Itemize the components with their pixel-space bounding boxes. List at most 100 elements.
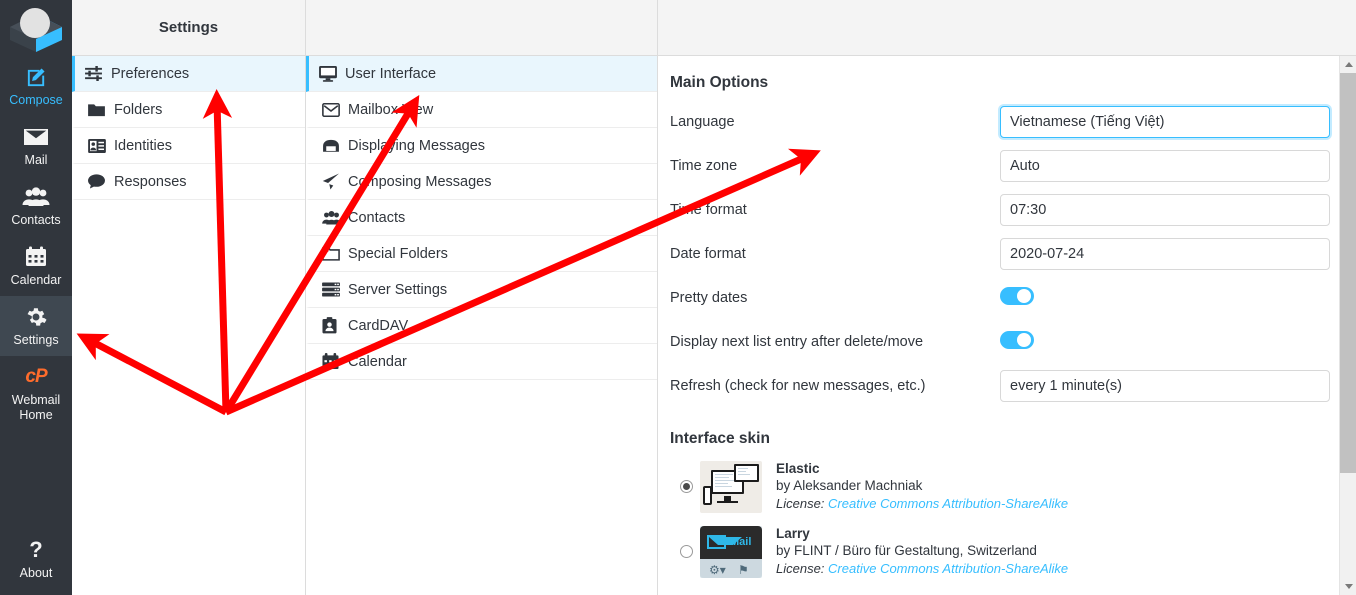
inbox-icon <box>322 139 348 153</box>
section-item-mailbox-view[interactable]: Mailbox View <box>306 92 657 128</box>
taskbar-label-settings: Settings <box>13 333 59 347</box>
license-link-larry[interactable]: Creative Commons Attribution-ShareAlike <box>828 561 1068 576</box>
field-row-language: Language <box>670 100 1330 144</box>
section-item-server-settings[interactable]: Server Settings <box>306 272 657 308</box>
skin-option-elastic[interactable]: Elastic by Aleksander Machniak License: … <box>670 454 1330 519</box>
main-content-panel: Main Options Language Time zone Time for… <box>658 0 1356 595</box>
section-label-composing-messages: Composing Messages <box>348 173 492 190</box>
field-label-pretty-dates: Pretty dates <box>670 290 748 306</box>
phone-shape <box>703 485 712 505</box>
field-label-time-format: Time format <box>670 202 747 218</box>
section-item-contacts[interactable]: Contacts <box>306 200 657 236</box>
skin-name-larry: Larry <box>776 526 810 541</box>
envelope-icon <box>322 102 348 117</box>
taskbar-label-contacts: Contacts <box>11 213 61 227</box>
contacts-icon <box>322 210 348 225</box>
elastic-thumb-art <box>700 460 762 513</box>
field-control-time-zone <box>1000 150 1330 182</box>
skin-radio-elastic[interactable] <box>680 480 693 493</box>
toggle-knob <box>1017 288 1031 303</box>
sidebar-item-identities[interactable]: Identities <box>72 128 305 164</box>
license-label: License: <box>776 496 825 511</box>
field-row-refresh: Refresh (check for new messages, etc.) <box>670 364 1330 408</box>
skin-radio-larry[interactable] <box>680 545 693 558</box>
roundcube-logo-icon <box>10 8 62 52</box>
preferences-sections-column: User Interface Mailbox View Displaying M… <box>306 0 658 595</box>
license-link-elastic[interactable]: Creative Commons Attribution-ShareAlike <box>828 496 1068 511</box>
taskbar-item-compose[interactable]: Compose <box>0 56 72 116</box>
sidebar-item-preferences[interactable]: Preferences <box>72 56 305 92</box>
time-format-select[interactable] <box>1000 194 1330 226</box>
section-item-calendar[interactable]: Calendar <box>306 344 657 380</box>
section-label-carddav: CardDAV <box>348 317 409 334</box>
calendar-icon <box>322 353 348 370</box>
id-card-icon <box>88 138 114 153</box>
taskbar-label-calendar: Calendar <box>10 273 62 287</box>
field-label-time-zone: Time zone <box>670 158 738 174</box>
folder-icon <box>88 103 114 117</box>
skin-option-larry[interactable]: Mail ⚙▾ ⚑ Larry by FLINT / Büro für Gest… <box>670 519 1330 584</box>
gear-icon <box>25 305 47 329</box>
mail-icon <box>23 125 49 149</box>
skin-radio-wrap-elastic <box>670 480 700 493</box>
section-label-calendar: Calendar <box>348 353 407 370</box>
section-item-composing-messages[interactable]: Composing Messages <box>306 164 657 200</box>
tablet-shape <box>734 463 759 482</box>
sidebar-item-folders[interactable]: Folders <box>72 92 305 128</box>
taskbar-item-mail[interactable]: Mail <box>0 116 72 176</box>
field-row-time-format: Time format <box>670 188 1330 232</box>
section-label-server-settings: Server Settings <box>348 281 448 298</box>
scrollbar-thumb[interactable] <box>1340 73 1356 473</box>
sidebar-item-responses[interactable]: Responses <box>72 164 305 200</box>
field-control-time-format <box>1000 194 1330 226</box>
flag-icon: ⚑ <box>738 562 749 577</box>
skin-author-elastic: by Aleksander Machniak <box>776 478 923 493</box>
section-item-special-folders[interactable]: Special Folders <box>306 236 657 272</box>
section-item-displaying-messages[interactable]: Displaying Messages <box>306 128 657 164</box>
question-mark-icon: ? <box>28 538 44 562</box>
taskbar-item-about[interactable]: ? About <box>0 529 72 595</box>
sidebar-label-folders: Folders <box>114 101 163 118</box>
monitor-base <box>717 500 738 503</box>
settings-list: Preferences Folders Identities Responses <box>72 56 305 200</box>
field-row-date-format: Date format <box>670 232 1330 276</box>
section-item-user-interface[interactable]: User Interface <box>306 56 657 92</box>
section-item-carddav[interactable]: CardDAV <box>306 308 657 344</box>
scroll-up-arrow[interactable] <box>1340 56 1356 73</box>
settings-list-column: Settings Preferences Folders Identities <box>72 0 306 595</box>
triangle-down-icon <box>1344 584 1353 589</box>
triangle-up-icon <box>1344 62 1353 67</box>
section-label-mailbox-view: Mailbox View <box>348 101 434 118</box>
taskbar-item-contacts[interactable]: Contacts <box>0 176 72 236</box>
field-control-refresh <box>1000 370 1330 402</box>
field-row-time-zone: Time zone <box>670 144 1330 188</box>
server-icon <box>322 282 348 297</box>
field-label-display-next-entry: Display next list entry after delete/mov… <box>670 334 924 350</box>
scroll-down-arrow[interactable] <box>1340 578 1356 595</box>
language-select[interactable] <box>1000 106 1330 138</box>
taskbar-item-calendar[interactable]: Calendar <box>0 236 72 296</box>
taskbar-label-webmail-home-line2: Home <box>19 408 53 422</box>
larry-thumb-art: Mail ⚙▾ ⚑ <box>700 525 762 578</box>
section-label-contacts: Contacts <box>348 209 406 226</box>
pretty-dates-toggle[interactable] <box>1000 286 1034 305</box>
vertical-scrollbar[interactable] <box>1339 56 1356 595</box>
taskbar-item-webmail-home[interactable]: cP Webmail Home <box>0 356 72 431</box>
toggle-knob <box>1017 332 1031 347</box>
contacts-icon <box>22 185 50 209</box>
taskbar-label-compose: Compose <box>9 93 63 107</box>
skin-license-larry: License: Creative Commons Attribution-Sh… <box>776 560 1330 578</box>
time-zone-select[interactable] <box>1000 150 1330 182</box>
section-label-user-interface: User Interface <box>345 65 437 82</box>
elastic-skin-meta: Elastic by Aleksander Machniak License: … <box>776 460 1330 513</box>
taskbar-label-mail: Mail <box>24 153 48 167</box>
compose-icon <box>25 65 48 89</box>
field-row-display-next-entry: Display next list entry after delete/mov… <box>670 320 1330 364</box>
date-format-select[interactable] <box>1000 238 1330 270</box>
field-label-date-format: Date format <box>670 246 746 262</box>
refresh-interval-select[interactable] <box>1000 370 1330 402</box>
monitor-icon <box>319 65 345 82</box>
taskbar-item-settings[interactable]: Settings <box>0 296 72 356</box>
roundcube-settings-window: Compose Mail Contacts Calendar Settings <box>0 0 1356 595</box>
display-next-entry-toggle[interactable] <box>1000 330 1034 349</box>
